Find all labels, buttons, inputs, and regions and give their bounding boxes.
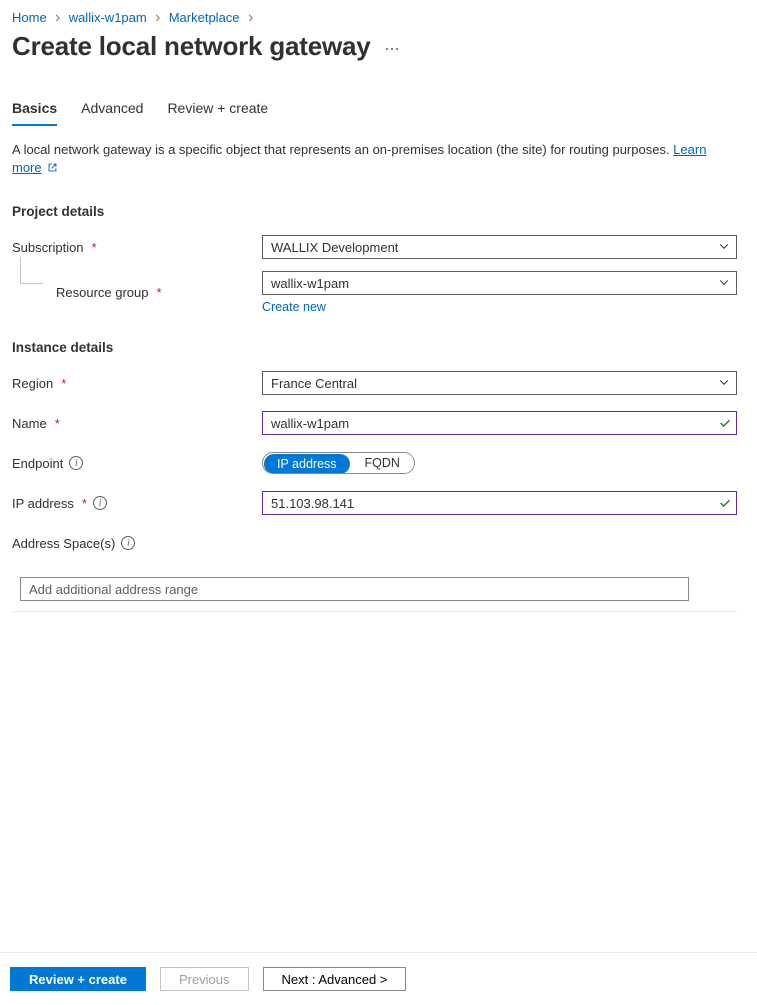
chevron-right-icon <box>246 13 256 23</box>
tab-advanced[interactable]: Advanced <box>81 100 143 126</box>
ip-address-input[interactable]: 51.103.98.141 <box>262 491 737 515</box>
address-range-input[interactable] <box>20 577 689 601</box>
info-icon[interactable]: i <box>69 456 83 470</box>
resource-group-value: wallix-w1pam <box>271 276 349 291</box>
description: A local network gateway is a specific ob… <box>12 141 737 178</box>
more-icon[interactable] <box>385 39 399 54</box>
breadcrumb-resource[interactable]: wallix-w1pam <box>69 10 147 25</box>
endpoint-option-ip[interactable]: IP address <box>264 454 350 474</box>
breadcrumb: Home wallix-w1pam Marketplace <box>12 10 737 25</box>
name-input[interactable]: wallix-w1pam <box>262 411 737 435</box>
region-value: France Central <box>271 376 357 391</box>
check-icon <box>718 416 732 430</box>
chevron-down-icon <box>718 376 730 391</box>
region-label: Region* <box>12 376 262 391</box>
ip-address-label: IP address* i <box>12 496 262 511</box>
endpoint-label: Endpoint i <box>12 456 262 471</box>
description-text: A local network gateway is a specific ob… <box>12 142 673 157</box>
ip-address-value: 51.103.98.141 <box>271 496 718 511</box>
info-icon[interactable]: i <box>121 536 135 550</box>
subscription-value: WALLIX Development <box>271 240 398 255</box>
resource-group-label: Resource group* <box>56 285 262 300</box>
chevron-down-icon <box>718 240 730 255</box>
info-icon[interactable]: i <box>93 496 107 510</box>
footer-bar: Review + create Previous Next : Advanced… <box>0 952 757 1005</box>
tab-basics[interactable]: Basics <box>12 100 57 126</box>
external-link-icon <box>47 160 58 178</box>
breadcrumb-marketplace[interactable]: Marketplace <box>169 10 240 25</box>
breadcrumb-home[interactable]: Home <box>12 10 47 25</box>
endpoint-option-fqdn[interactable]: FQDN <box>351 453 414 473</box>
create-new-resource-group-link[interactable]: Create new <box>262 300 326 314</box>
chevron-right-icon <box>53 13 63 23</box>
subscription-label: Subscription* <box>12 240 262 255</box>
page-title: Create local network gateway <box>12 31 371 62</box>
tab-review-create[interactable]: Review + create <box>167 100 268 126</box>
name-value: wallix-w1pam <box>271 416 718 431</box>
check-icon <box>718 496 732 510</box>
resource-group-dropdown[interactable]: wallix-w1pam <box>262 271 737 295</box>
divider <box>12 611 737 612</box>
address-spaces-label: Address Space(s) i <box>12 536 262 551</box>
region-dropdown[interactable]: France Central <box>262 371 737 395</box>
subscription-dropdown[interactable]: WALLIX Development <box>262 235 737 259</box>
next-advanced-button[interactable]: Next : Advanced > <box>263 967 407 991</box>
tabs: Basics Advanced Review + create <box>12 100 737 127</box>
name-label: Name* <box>12 416 262 431</box>
endpoint-toggle: IP address FQDN <box>262 452 415 474</box>
chevron-down-icon <box>718 276 730 291</box>
section-instance-details: Instance details <box>12 340 737 355</box>
previous-button: Previous <box>160 967 249 991</box>
chevron-right-icon <box>153 13 163 23</box>
review-create-button[interactable]: Review + create <box>10 967 146 991</box>
section-project-details: Project details <box>12 204 737 219</box>
